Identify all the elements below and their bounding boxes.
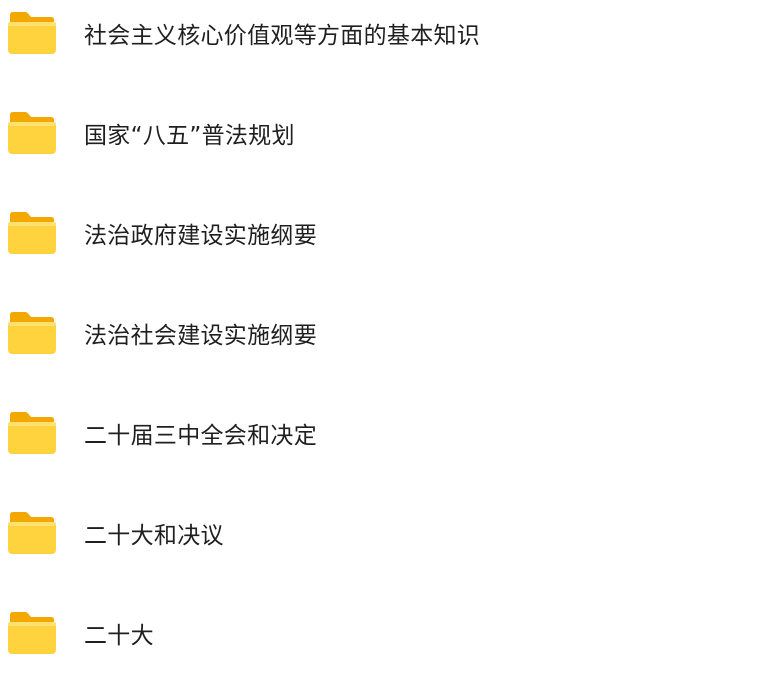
folder-icon	[7, 611, 57, 655]
folder-label: 法治社会建设实施纲要	[84, 323, 317, 349]
folder-icon	[7, 311, 57, 355]
folder-icon	[7, 511, 57, 555]
folder-item[interactable]: 二十届三中全会和决定	[0, 383, 767, 483]
folder-item[interactable]: 二十大	[0, 583, 767, 683]
folder-icon	[7, 411, 57, 455]
folder-item[interactable]: 国家“八五”普法规划	[0, 83, 767, 183]
folder-item[interactable]: 社会主义核心价值观等方面的基本知识	[0, 0, 767, 83]
folder-label: 二十届三中全会和决定	[84, 423, 317, 449]
folder-icon	[7, 11, 57, 55]
folder-icon	[7, 211, 57, 255]
folder-item[interactable]: 二十大和决议	[0, 483, 767, 583]
folder-label: 二十大	[84, 623, 154, 649]
folder-list: 社会主义核心价值观等方面的基本知识 国家“八五”普法规划 法治政府建设实施纲要	[0, 0, 767, 683]
folder-item[interactable]: 法治政府建设实施纲要	[0, 183, 767, 283]
folder-label: 国家“八五”普法规划	[84, 123, 295, 149]
folder-label: 二十大和决议	[84, 523, 224, 549]
folder-label: 社会主义核心价值观等方面的基本知识	[84, 23, 481, 49]
folder-item[interactable]: 法治社会建设实施纲要	[0, 283, 767, 383]
folder-label: 法治政府建设实施纲要	[84, 223, 317, 249]
folder-icon	[7, 111, 57, 155]
